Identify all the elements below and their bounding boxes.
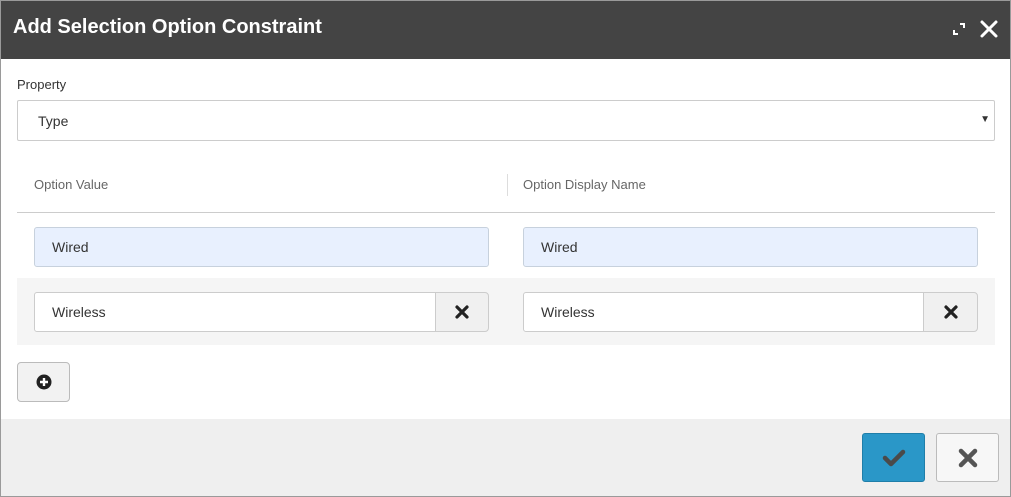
add-option-button[interactable] <box>17 362 70 402</box>
remove-option-value-button[interactable] <box>435 292 489 332</box>
option-value-header: Option Value <box>34 177 109 192</box>
property-select-value: Type <box>38 113 69 129</box>
property-select[interactable]: Type ▼ <box>17 100 995 141</box>
option-display-name-input[interactable]: Wireless <box>523 292 924 332</box>
dialog-footer <box>1 419 1010 496</box>
ok-button[interactable] <box>862 433 925 482</box>
x-icon <box>455 305 469 319</box>
checkmark-icon <box>882 449 905 466</box>
maximize-button[interactable] <box>945 15 973 43</box>
column-divider <box>507 174 508 196</box>
caret-down-icon: ▼ <box>980 114 990 125</box>
x-icon <box>958 448 977 467</box>
close-icon <box>980 20 998 38</box>
remove-option-display-name-button[interactable] <box>923 292 978 332</box>
option-value-input[interactable]: Wireless <box>34 292 436 332</box>
header-divider <box>17 212 995 213</box>
dialog-title: Add Selection Option Constraint <box>13 16 322 38</box>
option-display-name-header: Option Display Name <box>523 177 646 192</box>
x-icon <box>943 305 958 319</box>
property-label: Property <box>17 77 67 92</box>
maximize-icon <box>953 23 965 35</box>
cancel-button[interactable] <box>936 433 999 482</box>
plus-circle-icon <box>36 374 51 390</box>
dialog-header: Add Selection Option Constraint <box>1 1 1010 59</box>
option-display-name-input[interactable]: Wired <box>523 227 978 267</box>
dialog: Add Selection Option Constraint Property… <box>0 0 1011 497</box>
option-value-input[interactable]: Wired <box>34 227 489 267</box>
close-button[interactable] <box>975 15 1003 43</box>
